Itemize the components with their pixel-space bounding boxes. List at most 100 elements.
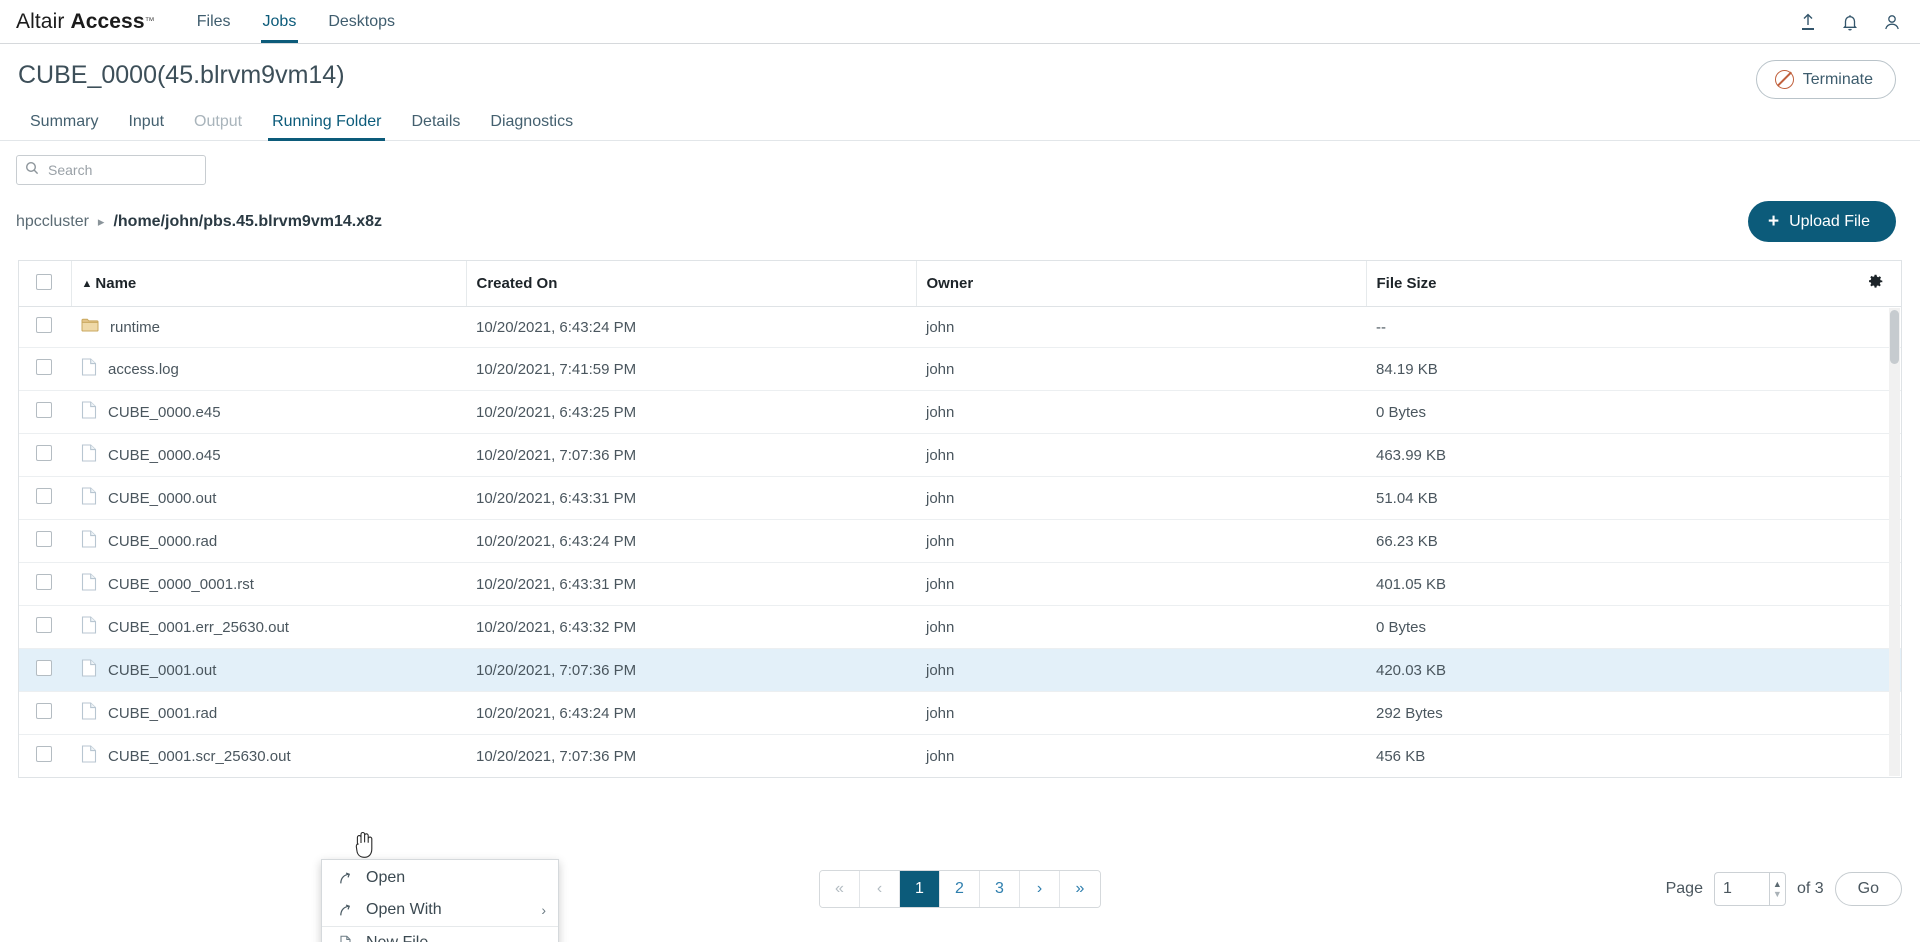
row-checkbox[interactable]	[36, 359, 52, 375]
user-icon[interactable]	[1882, 12, 1902, 32]
stepper-up-icon[interactable]: ▲	[1773, 879, 1782, 888]
table-row[interactable]: CUBE_0001.err_25630.out 10/20/2021, 6:43:…	[19, 605, 1901, 649]
row-select-cell	[19, 433, 71, 477]
page-header: CUBE_0000(45.blrvm9vm14) Terminate	[0, 44, 1920, 99]
tab-running-folder[interactable]: Running Folder	[258, 113, 395, 141]
owner-cell: john	[916, 476, 1366, 520]
pagination-next-button[interactable]: ›	[1020, 871, 1060, 907]
column-header-created-on[interactable]: Created On	[466, 261, 917, 307]
tab-summary[interactable]: Summary	[16, 113, 112, 141]
search-box[interactable]	[16, 155, 206, 185]
page-label: Page	[1665, 880, 1703, 897]
row-select-cell	[19, 390, 71, 434]
new-file-icon	[336, 935, 354, 942]
file-size-cell: 401.05 KB	[1366, 562, 1901, 606]
column-header-owner[interactable]: Owner	[916, 261, 1367, 307]
tab-input[interactable]: Input	[114, 113, 178, 141]
file-name-label: CUBE_0000.out	[108, 489, 217, 507]
created-on-cell: 10/20/2021, 6:43:24 PM	[466, 519, 916, 563]
file-name-cell[interactable]: CUBE_0000.o45	[71, 433, 466, 477]
tab-details[interactable]: Details	[397, 113, 474, 141]
file-size-cell: 0 Bytes	[1366, 605, 1901, 649]
pagination-prev-button[interactable]: ‹	[860, 871, 900, 907]
row-checkbox[interactable]	[36, 574, 52, 590]
brand-logo[interactable]: Altair Access ™	[16, 0, 181, 43]
created-on-cell: 10/20/2021, 7:07:36 PM	[466, 734, 916, 777]
file-icon	[81, 745, 97, 767]
table-row[interactable]: runtime 10/20/2021, 6:43:24 PM john --	[19, 307, 1901, 348]
page-number-input[interactable]	[1714, 873, 1769, 905]
row-checkbox[interactable]	[36, 488, 52, 504]
file-name-cell[interactable]: CUBE_0001.scr_25630.out	[71, 734, 466, 777]
row-checkbox[interactable]	[36, 531, 52, 547]
tab-diagnostics[interactable]: Diagnostics	[476, 113, 587, 141]
pagination-first-button[interactable]: «	[820, 871, 860, 907]
file-name-cell[interactable]: CUBE_0001.rad	[71, 691, 466, 735]
context-menu-item-new-file-label: New File	[366, 934, 428, 942]
brand-name-light: Altair	[16, 9, 65, 33]
row-select-cell	[19, 734, 71, 777]
file-size-cell: 0 Bytes	[1366, 390, 1901, 434]
file-name-cell[interactable]: CUBE_0000.rad	[71, 519, 466, 563]
row-checkbox[interactable]	[36, 402, 52, 418]
table-row[interactable]: access.log 10/20/2021, 7:41:59 PM john 84.1…	[19, 347, 1901, 391]
table-row[interactable]: CUBE_0000.rad 10/20/2021, 6:43:24 PM john 6…	[19, 519, 1901, 563]
row-select-cell	[19, 605, 71, 649]
nav-item-jobs[interactable]: Jobs	[247, 0, 313, 43]
column-header-file-size[interactable]: File Size	[1366, 261, 1853, 307]
select-all-checkbox[interactable]	[36, 273, 52, 290]
pagination-page-1[interactable]: 1	[900, 871, 940, 907]
stepper-down-icon[interactable]: ▼	[1773, 889, 1782, 898]
terminate-button[interactable]: Terminate	[1755, 60, 1896, 99]
terminate-button-label: Terminate	[1802, 70, 1873, 88]
table-row[interactable]: CUBE_0001.rad 10/20/2021, 6:43:24 PM john 2…	[19, 691, 1901, 735]
row-checkbox[interactable]	[36, 703, 52, 719]
search-input[interactable]	[46, 161, 197, 179]
file-name-cell[interactable]: CUBE_0001.err_25630.out	[71, 605, 466, 649]
table-vertical-scrollbar[interactable]	[1889, 308, 1900, 776]
nav-item-files[interactable]: Files	[181, 0, 247, 43]
nav-item-desktops[interactable]: Desktops	[312, 0, 411, 43]
page-number-stepper[interactable]: ▲ ▼	[1713, 872, 1786, 906]
breadcrumb-root[interactable]: hpccluster	[16, 213, 89, 231]
file-name-cell[interactable]: CUBE_0000.out	[71, 476, 466, 520]
row-select-cell	[19, 519, 71, 563]
row-checkbox[interactable]	[36, 445, 52, 461]
table-row[interactable]: CUBE_0000_0001.rst 10/20/2021, 6:43:31 PM…	[19, 562, 1901, 606]
pagination-page-2[interactable]: 2	[940, 871, 980, 907]
owner-cell: john	[916, 433, 1366, 477]
file-name-cell[interactable]: CUBE_0001.out	[71, 648, 466, 692]
context-menu-item-new-file[interactable]: New File	[322, 926, 558, 942]
file-size-cell: 51.04 KB	[1366, 476, 1901, 520]
column-settings-header	[1853, 261, 1901, 307]
row-select-cell	[19, 691, 71, 735]
file-size-cell: 456 KB	[1366, 734, 1901, 777]
file-name-cell[interactable]: CUBE_0000_0001.rst	[71, 562, 466, 606]
row-checkbox[interactable]	[36, 660, 52, 676]
pagination-page-3[interactable]: 3	[980, 871, 1020, 907]
file-name-cell[interactable]: CUBE_0000.e45	[71, 390, 466, 434]
table-row[interactable]: CUBE_0001.out 10/20/2021, 7:07:36 PM john 4…	[19, 648, 1901, 692]
upload-file-button[interactable]: + Upload File	[1747, 201, 1896, 242]
go-button[interactable]: Go	[1834, 872, 1902, 906]
column-header-name[interactable]: ▲ Name	[71, 261, 467, 307]
pagination-last-button[interactable]: »	[1060, 871, 1100, 907]
row-checkbox[interactable]	[36, 746, 52, 762]
bell-icon[interactable]	[1840, 12, 1860, 32]
row-checkbox[interactable]	[36, 317, 52, 333]
table-row[interactable]: CUBE_0001.scr_25630.out 10/20/2021, 7:07:…	[19, 734, 1901, 777]
context-menu-item-open-with[interactable]: Open With ›	[322, 894, 558, 926]
upload-icon[interactable]	[1798, 12, 1818, 32]
table-row[interactable]: CUBE_0000.o45 10/20/2021, 7:07:36 PM john 4…	[19, 433, 1901, 477]
file-name-cell[interactable]: runtime	[71, 307, 466, 348]
gear-icon[interactable]	[1867, 274, 1884, 294]
table-row[interactable]: CUBE_0000.e45 10/20/2021, 6:43:25 PM john 0…	[19, 390, 1901, 434]
created-on-cell: 10/20/2021, 6:43:24 PM	[466, 691, 916, 735]
file-name-cell[interactable]: access.log	[71, 347, 466, 391]
table-row[interactable]: CUBE_0000.out 10/20/2021, 6:43:31 PM john 5…	[19, 476, 1901, 520]
row-checkbox[interactable]	[36, 617, 52, 633]
open-arrow-icon	[336, 903, 354, 918]
open-arrow-icon	[336, 871, 354, 886]
context-menu-item-open[interactable]: Open	[322, 862, 558, 894]
scrollbar-thumb[interactable]	[1890, 310, 1899, 364]
